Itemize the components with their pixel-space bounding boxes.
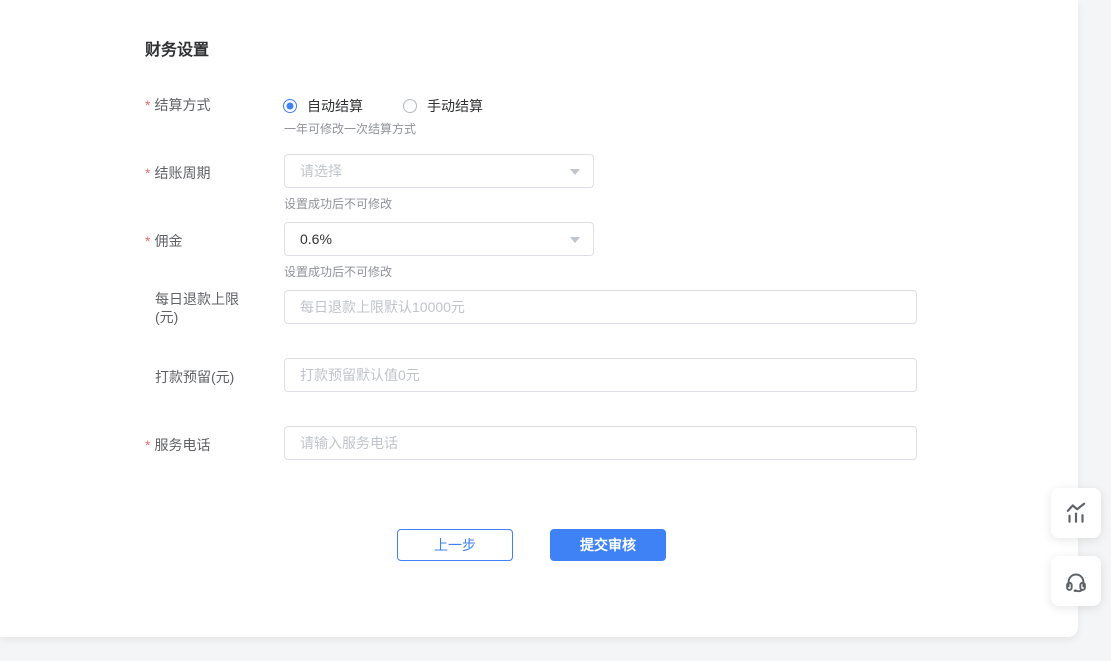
settlement-method-label: *结算方式 xyxy=(145,96,210,114)
trend-chart-icon xyxy=(1063,500,1089,526)
page-title: 财务设置 xyxy=(145,36,209,60)
payment-reserve-label: 打款预留(元) xyxy=(155,368,234,386)
select-value: 0.6% xyxy=(300,231,332,247)
customer-support-float-button[interactable] xyxy=(1051,556,1101,606)
select-placeholder: 请选择 xyxy=(300,161,342,181)
service-phone-input[interactable] xyxy=(284,426,917,460)
billing-cycle-helper: 设置成功后不可修改 xyxy=(284,197,392,211)
commission-helper: 设置成功后不可修改 xyxy=(284,265,392,279)
billing-cycle-select[interactable]: 请选择 xyxy=(284,154,594,188)
required-asterisk: * xyxy=(145,97,150,113)
commission-label: *佣金 xyxy=(145,232,182,250)
radio-label[interactable]: 自动结算 xyxy=(307,96,363,116)
financial-settings-card: 财务设置 *结算方式 自动结算 手动结算 一年可修改一次结算方式 *结账周期 请… xyxy=(0,0,1078,637)
settlement-method-radio-group: 自动结算 手动结算 xyxy=(283,96,523,116)
radio-label[interactable]: 手动结算 xyxy=(427,96,483,116)
radio-option-manual-settlement[interactable]: 手动结算 xyxy=(403,96,483,116)
billing-cycle-label: *结账周期 xyxy=(145,164,210,182)
settlement-method-helper: 一年可修改一次结算方式 xyxy=(284,122,416,136)
previous-step-button[interactable]: 上一步 xyxy=(397,529,513,561)
daily-refund-limit-input[interactable] xyxy=(284,290,917,324)
required-asterisk: * xyxy=(145,165,150,181)
radio-checked-icon[interactable] xyxy=(283,99,297,113)
chevron-down-icon xyxy=(570,169,580,175)
required-asterisk: * xyxy=(145,437,150,453)
daily-refund-limit-label: 每日退款上限(元) xyxy=(155,290,247,326)
submit-review-button[interactable]: 提交审核 xyxy=(550,529,666,561)
statistics-float-button[interactable] xyxy=(1051,488,1101,538)
radio-option-auto-settlement[interactable]: 自动结算 xyxy=(283,96,363,116)
headset-icon xyxy=(1063,568,1089,594)
chevron-down-icon xyxy=(570,237,580,243)
service-phone-label: *服务电话 xyxy=(145,436,210,454)
payment-reserve-input[interactable] xyxy=(284,358,917,392)
commission-select[interactable]: 0.6% xyxy=(284,222,594,256)
required-asterisk: * xyxy=(145,233,150,249)
radio-unchecked-icon[interactable] xyxy=(403,99,417,113)
